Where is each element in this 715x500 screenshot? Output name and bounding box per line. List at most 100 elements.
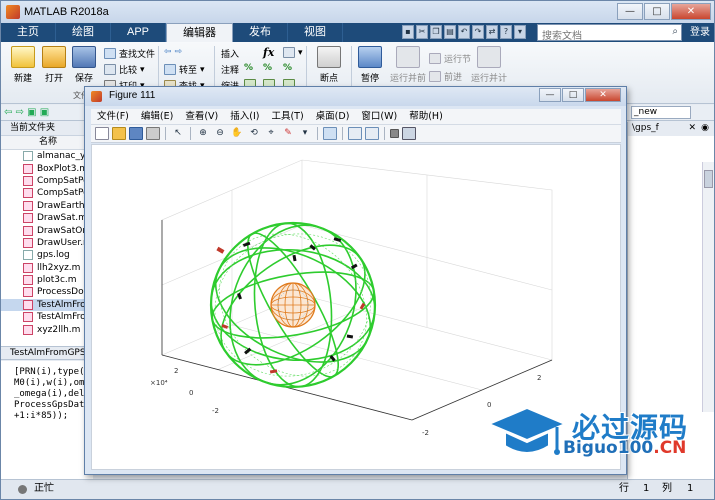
vertical-scrollbar[interactable]	[702, 162, 714, 412]
file-item[interactable]: gps.log	[1, 249, 92, 261]
new-figure-icon[interactable]	[95, 127, 109, 140]
menu-view[interactable]: 查看(V)	[179, 109, 224, 124]
file-item[interactable]: llh2xyz.m	[1, 262, 92, 274]
name-column-header[interactable]: 名称	[1, 136, 92, 150]
close-x-icon[interactable]: ✕	[688, 122, 696, 135]
new-button[interactable]: 新建	[8, 46, 38, 84]
axis-exponent-label: ×10⁴	[150, 379, 168, 387]
open-file-icon[interactable]	[112, 127, 126, 140]
show-plot-tools-icon[interactable]	[402, 127, 416, 140]
menu-help[interactable]: 帮助(H)	[403, 109, 449, 124]
menu-edit[interactable]: 编辑(E)	[135, 109, 179, 124]
tab-plots[interactable]: 绘图	[56, 23, 111, 42]
file-item[interactable]: DrawSat.m	[1, 212, 92, 224]
zoom-in-icon[interactable]: ⊕	[196, 127, 210, 140]
figure-close-button[interactable]: ✕	[585, 88, 621, 102]
tab-editor[interactable]: 编辑器	[166, 23, 234, 42]
insert-button[interactable]: 插入	[221, 47, 239, 60]
rotate-3d-icon[interactable]: ⟲	[247, 127, 261, 140]
pan-hand-icon[interactable]: ✋	[230, 127, 244, 140]
file-details-bar[interactable]: TestAlmFromGPS.m	[1, 346, 93, 360]
zoom-out-icon[interactable]: ⊖	[213, 127, 227, 140]
tab-publish[interactable]: 发布	[233, 23, 289, 42]
qa-help-icon[interactable]: ?	[500, 25, 512, 39]
qa-save-icon[interactable]: ▪	[402, 25, 414, 39]
code-line: [PRN(i),type(i),Toe	[14, 367, 93, 377]
nav-arrows-icon[interactable]: ⇦ ⇨ ▣ ▣	[4, 107, 49, 118]
brush-dropdown-icon[interactable]: ▾	[298, 127, 312, 140]
legend-icon[interactable]	[365, 127, 379, 140]
y-tick-label: 2	[174, 367, 178, 375]
qa-dropdown-icon[interactable]: ▾	[514, 25, 526, 39]
menu-file[interactable]: 文件(F)	[91, 109, 135, 124]
save-figure-icon[interactable]	[129, 127, 143, 140]
m-file-icon	[23, 163, 33, 174]
file-item[interactable]: BoxPlot3.m	[1, 162, 92, 174]
qa-cut-icon[interactable]: ✂	[416, 25, 428, 39]
data-cursor-icon[interactable]: ⌖	[264, 127, 278, 140]
compare-button[interactable]: 比较 ▾	[104, 63, 145, 76]
file-item[interactable]: DrawEarth.m	[1, 200, 92, 212]
figure-titlebar[interactable]: Figure 111 — □ ✕	[85, 87, 626, 106]
menu-insert[interactable]: 插入(I)	[224, 109, 265, 124]
search-docs-input[interactable]: 搜索文档 ⌕	[537, 24, 682, 42]
file-item[interactable]: CompSatPos	[1, 187, 92, 199]
scrollbar-thumb[interactable]	[704, 170, 713, 188]
arrow-left-icon: ⇦	[164, 47, 172, 57]
brush-icon[interactable]: ✎	[281, 127, 295, 140]
qa-redo-icon[interactable]: ↷	[472, 25, 484, 39]
goto-button[interactable]: 转至 ▾	[164, 63, 205, 76]
maximize-button[interactable]: □	[644, 3, 670, 20]
search-icon[interactable]: ⌕	[672, 26, 678, 37]
pointer-icon[interactable]: ↖	[171, 127, 185, 140]
advance-button[interactable]: 前进	[429, 70, 462, 83]
m-file-icon	[23, 225, 33, 236]
qa-paste-icon[interactable]: ▤	[444, 25, 456, 39]
file-item[interactable]: ProcessDou	[1, 286, 92, 298]
file-item[interactable]: almanac_yum	[1, 150, 92, 162]
menu-desktop[interactable]: 桌面(D)	[310, 109, 356, 124]
link-plot-icon[interactable]	[323, 127, 337, 140]
file-item[interactable]: xyz2llh.m	[1, 323, 92, 335]
pause-button[interactable]: 暂停	[355, 46, 385, 84]
hide-plot-tools-icon[interactable]	[390, 129, 399, 138]
figure-minimize-button[interactable]: —	[539, 88, 561, 102]
open-button[interactable]: 打开	[39, 46, 69, 84]
print-figure-icon[interactable]	[146, 127, 160, 140]
status-text: 正忙	[34, 483, 54, 494]
file-item-selected[interactable]: TestAlmFrom	[1, 298, 92, 312]
breakpoints-button[interactable]: 断点	[314, 46, 344, 84]
comment-percent-icon[interactable]: %	[244, 63, 253, 73]
file-item[interactable]: plot3c.m	[1, 274, 92, 286]
insert-section-button[interactable]: ▾	[283, 47, 303, 58]
save-button[interactable]: 保存	[69, 46, 99, 84]
panel-menu-icon[interactable]: ◉	[701, 122, 709, 135]
qa-copy-icon[interactable]: ❐	[430, 25, 442, 39]
file-item[interactable]: TestAlmFrom	[1, 311, 92, 323]
menu-tools[interactable]: 工具(T)	[265, 109, 309, 124]
tab-apps[interactable]: APP	[111, 23, 167, 42]
comment-button[interactable]: 注释	[221, 63, 239, 76]
close-button[interactable]: ✕	[671, 3, 711, 20]
qa-undo-icon[interactable]: ↶	[458, 25, 470, 39]
file-item[interactable]: CompSatPos	[1, 175, 92, 187]
run-section-button[interactable]: 运行节	[429, 52, 471, 65]
tab-view[interactable]: 视图	[288, 23, 344, 42]
colorbar-icon[interactable]	[348, 127, 362, 140]
login-button[interactable]: 登录	[690, 25, 710, 40]
path-field[interactable]: _new	[631, 106, 691, 119]
find-files-button[interactable]: 查找文件	[104, 47, 155, 60]
window-title: MATLAB R2018a	[24, 6, 109, 18]
file-item[interactable]: DrawUser.m	[1, 237, 92, 249]
minimize-button[interactable]: —	[617, 3, 643, 20]
uncomment-percent-icon[interactable]: %	[263, 63, 272, 73]
qa-switch-icon[interactable]: ⇄	[486, 25, 498, 39]
wrap-comment-icon[interactable]: %	[283, 63, 292, 73]
tab-home[interactable]: 主页	[1, 23, 56, 42]
menu-window[interactable]: 窗口(W)	[355, 109, 403, 124]
back-forward-buttons[interactable]: ⇦ ⇨	[164, 47, 182, 57]
fx-button[interactable]: fx	[263, 46, 274, 59]
file-item[interactable]: DrawSatOrbit	[1, 224, 92, 236]
editor-code-panel[interactable]: [PRN(i),type(i),Toe M0(i),w(i),omega _om…	[1, 361, 93, 479]
figure-maximize-button[interactable]: □	[562, 88, 584, 102]
